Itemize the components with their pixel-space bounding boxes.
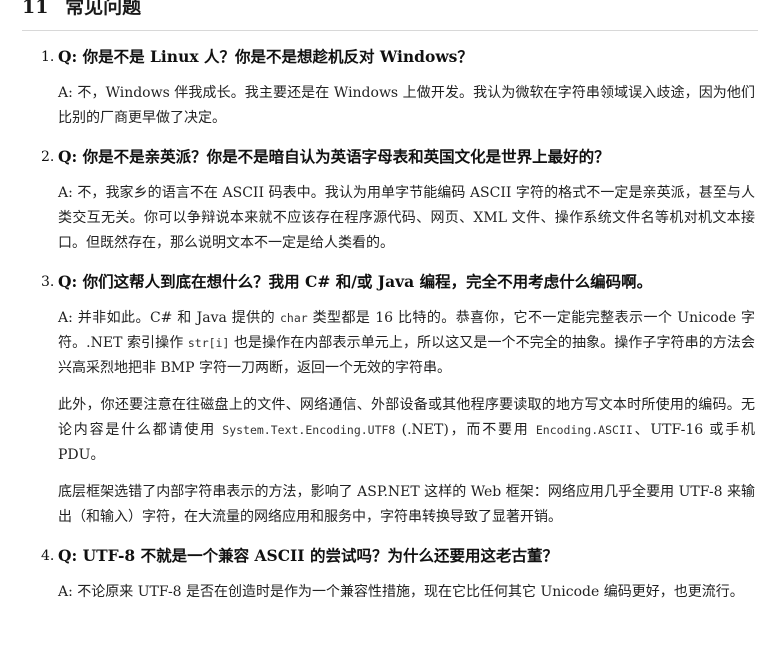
faq-answer-paragraph: A: 不论原来 UTF-8 是否在创造时是作为一个兼容性措施，现在它比任何其它 …: [58, 580, 755, 605]
faq-question: 3. Q: 你们这帮人到底在想什么？我用 C# 和/或 Java 编程，完全不用考…: [0, 270, 769, 294]
section-title: 常见问题: [65, 0, 142, 18]
faq-item: 4. Q: UTF-8 不就是一个兼容 ASCII 的尝试吗？为什么还要用这老古董…: [0, 544, 769, 605]
faq-item: 1. Q: 你是不是 Linux 人？你是不是想趁机反对 Windows？ A: 不…: [0, 45, 769, 131]
inline-code: char: [279, 311, 308, 325]
answer-text: A: 不论原来 UTF-8 是否在创造时是作为一个兼容性措施，现在它比任何其它 …: [58, 584, 744, 600]
section-number: 11: [22, 0, 49, 18]
faq-question: 4. Q: UTF-8 不就是一个兼容 ASCII 的尝试吗？为什么还要用这老古董…: [0, 544, 769, 568]
inline-code: str[i]: [187, 336, 230, 350]
answer-text: A: 并非如此。C# 和 Java 提供的: [58, 310, 280, 326]
faq-question: 2. Q: 你是不是亲英派？你是不是暗自认为英语字母表和英国文化是世界上最好的？: [0, 145, 769, 169]
faq-answer-paragraph: 底层框架选错了内部字符串表示的方法，影响了 ASP.NET 这样的 Web 框架…: [58, 480, 755, 530]
inline-code: System.Text.Encoding.UTF8: [222, 423, 396, 437]
faq-number: 4.: [41, 548, 55, 564]
inline-code: Encoding.ASCII: [535, 423, 633, 437]
faq-number: 2.: [41, 149, 55, 165]
faq-answer-paragraph: A: 不，Windows 伴我成长。我主要还是在 Windows 上做开发。我认…: [58, 81, 755, 131]
faq-question-text: Q: UTF-8 不就是一个兼容 ASCII 的尝试吗？为什么还要用这老古董？: [58, 546, 558, 565]
faq-list: 1. Q: 你是不是 Linux 人？你是不是想趁机反对 Windows？ A: 不…: [0, 45, 769, 605]
faq-answer-paragraph: A: 并非如此。C# 和 Java 提供的 char 类型都是 16 比特的。恭…: [58, 306, 755, 381]
faq-item: 3. Q: 你们这帮人到底在想什么？我用 C# 和/或 Java 编程，完全不用考…: [0, 270, 769, 530]
answer-text: 底层框架选错了内部字符串表示的方法，影响了 ASP.NET 这样的 Web 框架…: [58, 484, 755, 525]
faq-item: 2. Q: 你是不是亲英派？你是不是暗自认为英语字母表和英国文化是世界上最好的？ A…: [0, 145, 769, 256]
answer-text: A: 不，我家乡的语言不在 ASCII 码表中。我认为用单字节能编码 ASCII…: [58, 185, 755, 251]
faq-answer-paragraph: A: 不，我家乡的语言不在 ASCII 码表中。我认为用单字节能编码 ASCII…: [58, 181, 755, 256]
faq-number: 1.: [41, 49, 55, 65]
faq-number: 3.: [41, 274, 55, 290]
document-page: 11 常见问题 1. Q: 你是不是 Linux 人？你是不是想趁机反对 Wind…: [0, 0, 769, 605]
answer-text: A: 不，Windows 伴我成长。我主要还是在 Windows 上做开发。我认…: [58, 85, 755, 126]
faq-question-text: Q: 你是不是亲英派？你是不是暗自认为英语字母表和英国文化是世界上最好的？: [58, 147, 610, 166]
answer-text: (.NET)，而不要用: [395, 422, 536, 438]
faq-question-text: Q: 你们这帮人到底在想什么？我用 C# 和/或 Java 编程，完全不用考虑什…: [58, 272, 653, 291]
faq-answer-paragraph: 此外，你还要注意在往磁盘上的文件、网络通信、外部设备或其他程序要读取的地方写文本…: [58, 393, 755, 468]
faq-question-text: Q: 你是不是 Linux 人？你是不是想趁机反对 Windows？: [58, 47, 473, 66]
section-heading: 11 常见问题: [22, 0, 758, 31]
faq-question: 1. Q: 你是不是 Linux 人？你是不是想趁机反对 Windows？: [0, 45, 769, 69]
